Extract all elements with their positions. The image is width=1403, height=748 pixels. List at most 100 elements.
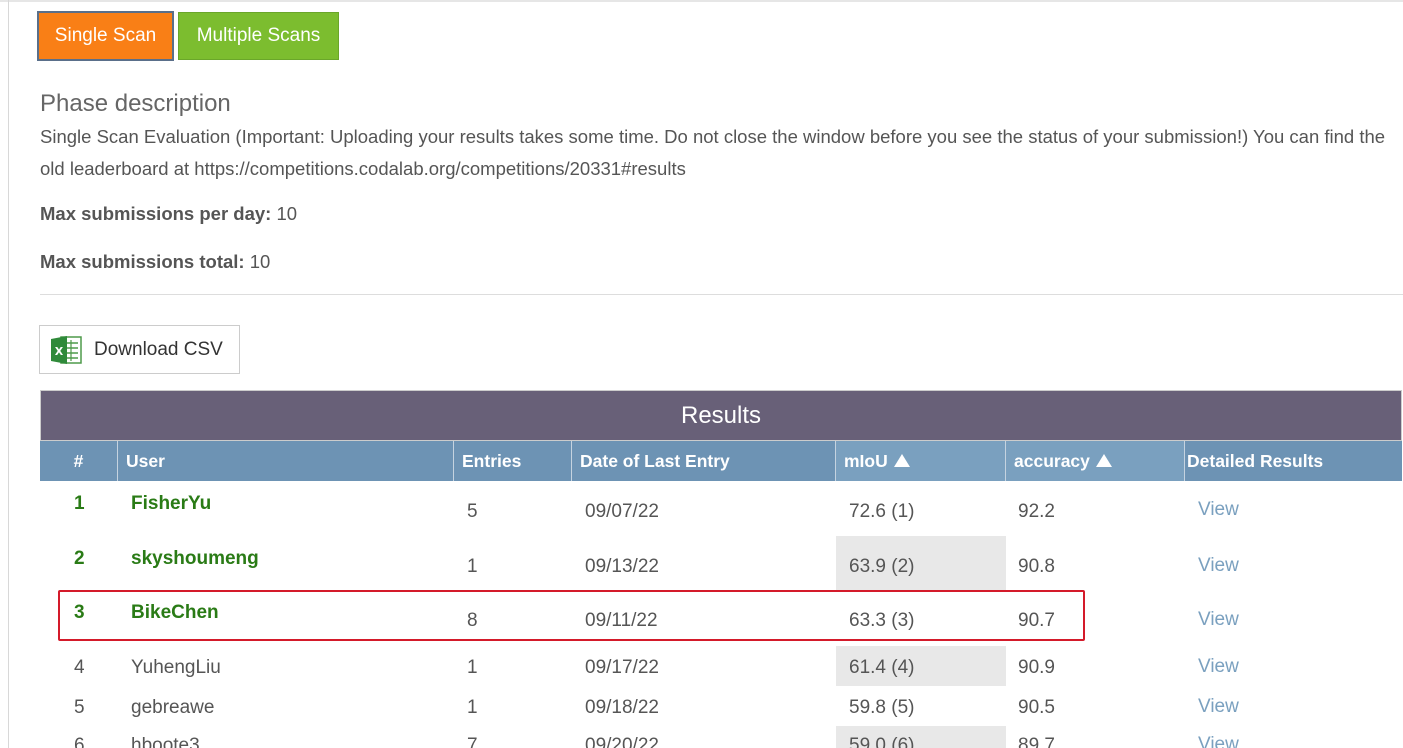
user-cell: FisherYu [118, 481, 454, 536]
table-row: 5 gebreawe 1 09/18/22 59.8 (5) 90.5 View [40, 686, 1402, 726]
date: 09/11/22 [585, 610, 658, 631]
header-detailed: Detailed Results [1185, 441, 1402, 481]
max-total-label: Max submissions total: [40, 251, 245, 272]
detail-cell: View [1185, 481, 1402, 536]
entries-cell: 8 [454, 591, 572, 646]
entries: 1 [467, 657, 478, 678]
max-per-day: Max submissions per day: 10 [40, 203, 297, 225]
download-csv-button[interactable]: X Download CSV [39, 325, 240, 374]
miou: 63.9 (2) [849, 556, 915, 577]
entries: 5 [467, 501, 478, 522]
date-cell: 09/20/22 [572, 726, 836, 748]
header-entries-label: Entries [462, 450, 522, 471]
detail-cell: View [1185, 726, 1402, 748]
miou: 61.4 (4) [849, 657, 915, 678]
header-detailed-label: Detailed Results [1187, 450, 1324, 471]
header-accuracy-label: accuracy [1014, 450, 1090, 471]
user-name: gebreawe [131, 697, 215, 718]
user-cell: hboote3 [118, 726, 454, 748]
header-accuracy-sort[interactable]: accuracy [1006, 441, 1185, 481]
user-name: YuhengLiu [131, 657, 221, 678]
entries-cell: 1 [454, 536, 572, 591]
date: 09/20/22 [585, 735, 659, 748]
left-border [8, 0, 9, 748]
accuracy: 89.7 [1018, 735, 1055, 748]
accuracy: 90.7 [1018, 610, 1055, 631]
accuracy: 90.5 [1018, 697, 1055, 718]
user-name: skyshoumeng [131, 548, 259, 569]
results-header-row: # User Entries Date of Last Entry mIoU a… [40, 441, 1402, 481]
user-name: hboote3 [131, 735, 200, 748]
rank: 3 [74, 602, 85, 623]
user-cell: gebreawe [118, 686, 454, 726]
header-miou-sort[interactable]: mIoU [836, 441, 1006, 481]
header-rank-label: # [73, 450, 84, 471]
max-per-day-label: Max submissions per day: [40, 203, 272, 224]
view-link[interactable]: View [1198, 734, 1239, 748]
excel-icon: X [51, 335, 82, 364]
date-cell: 09/11/22 [572, 591, 836, 646]
user-cell: BikeChen [118, 591, 454, 646]
miou-cell: 59.8 (5) [836, 686, 1006, 726]
tab-multiple-scans[interactable]: Multiple Scans [178, 12, 339, 60]
detail-cell: View [1185, 536, 1402, 591]
header-date-label: Date of Last Entry [580, 450, 730, 471]
detail-cell: View [1185, 686, 1402, 726]
miou-cell: 63.9 (2) [836, 536, 1006, 591]
table-row: 3 BikeChen 8 09/11/22 63.3 (3) 90.7 View [40, 591, 1402, 646]
rank-cell: 4 [40, 646, 118, 686]
view-link[interactable]: View [1198, 609, 1239, 631]
date-cell: 09/17/22 [572, 646, 836, 686]
divider [40, 294, 1403, 295]
header-user: User [118, 441, 454, 481]
rank-cell: 3 [40, 591, 118, 646]
user-cell: skyshoumeng [118, 536, 454, 591]
results-caption: Results [40, 390, 1402, 441]
user-name: BikeChen [131, 602, 219, 623]
detail-cell: View [1185, 591, 1402, 646]
accuracy: 90.9 [1018, 657, 1055, 678]
tab-single-scan[interactable]: Single Scan [37, 11, 174, 61]
header-user-label: User [126, 450, 165, 471]
view-link[interactable]: View [1198, 656, 1239, 678]
rank: 5 [74, 697, 85, 718]
phase-description: Single Scan Evaluation (Important: Uploa… [40, 126, 1386, 179]
header-miou-label: mIoU [844, 450, 888, 471]
max-total-value: 10 [249, 251, 271, 272]
view-link[interactable]: View [1198, 499, 1239, 521]
accuracy: 92.2 [1018, 501, 1055, 522]
miou-cell: 72.6 (1) [836, 481, 1006, 536]
entries: 7 [467, 735, 478, 748]
max-total: Max submissions total: 10 [40, 251, 270, 273]
page: Single Scan Multiple Scans Phase descrip… [0, 0, 1403, 748]
miou-cell: 63.3 (3) [836, 591, 1006, 646]
view-link[interactable]: View [1198, 696, 1239, 718]
detail-cell: View [1185, 646, 1402, 686]
miou-cell: 59.0 (6) [836, 726, 1006, 748]
header-entries: Entries [454, 441, 572, 481]
sort-up-icon [1095, 453, 1112, 467]
rank-cell: 6 [40, 726, 118, 748]
date: 09/13/22 [585, 556, 659, 577]
date: 09/18/22 [585, 697, 659, 718]
sort-up-icon [893, 453, 910, 467]
accuracy-cell: 90.5 [1006, 686, 1185, 726]
rank-cell: 5 [40, 686, 118, 726]
rank: 6 [74, 735, 85, 748]
date-cell: 09/18/22 [572, 686, 836, 726]
miou: 63.3 (3) [849, 610, 915, 631]
header-date: Date of Last Entry [572, 441, 836, 481]
user-cell: YuhengLiu [118, 646, 454, 686]
miou-cell: 61.4 (4) [836, 646, 1006, 686]
entries-cell: 5 [454, 481, 572, 536]
accuracy: 90.8 [1018, 556, 1055, 577]
view-link[interactable]: View [1198, 555, 1239, 577]
accuracy-cell: 90.7 [1006, 591, 1185, 646]
svg-text:X: X [55, 345, 64, 358]
accuracy-cell: 90.8 [1006, 536, 1185, 591]
entries-cell: 1 [454, 646, 572, 686]
miou: 59.0 (6) [849, 735, 915, 748]
entries: 1 [467, 556, 478, 577]
rank-cell: 1 [40, 481, 118, 536]
top-edge [0, 0, 1403, 2]
